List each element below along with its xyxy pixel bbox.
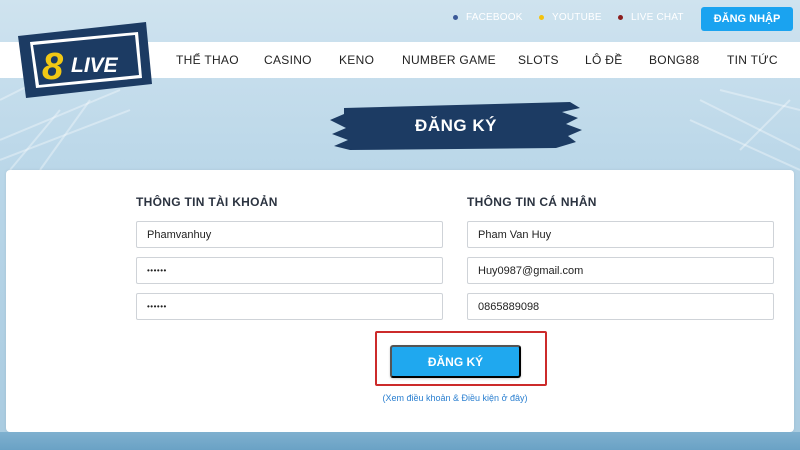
login-button[interactable]: ĐĂNG NHẬP <box>701 7 793 31</box>
nav-item-keno[interactable]: KENO <box>339 53 374 67</box>
terms-link[interactable]: (Xem điều khoản & Điều kiện ở đây) <box>300 393 610 403</box>
livechat-label: LIVE CHAT <box>631 12 684 23</box>
password-field[interactable]: •••••• <box>136 257 443 284</box>
nav-item-casino[interactable]: CASINO <box>264 53 312 67</box>
youtube-link[interactable]: YOUTUBE <box>539 12 602 23</box>
confirm-password-field[interactable]: •••••• <box>136 293 443 320</box>
phone-field[interactable]: 0865889098 <box>467 293 774 320</box>
nav-item-tin-tuc[interactable]: TIN TỨC <box>727 53 778 67</box>
logo-word: LIVE <box>71 54 119 77</box>
logo[interactable]: 8 LIVE <box>14 22 156 98</box>
nav-item-slots[interactable]: SLOTS <box>518 53 559 67</box>
bottom-strip <box>0 432 800 450</box>
nav-item-number-game[interactable]: NUMBER GAME <box>402 53 496 67</box>
page-title: ĐĂNG KÝ <box>415 116 497 135</box>
nav-item-the-thao[interactable]: THỂ THAO <box>176 53 239 67</box>
livechat-link[interactable]: LIVE CHAT <box>618 12 684 23</box>
youtube-label: YOUTUBE <box>552 12 602 23</box>
email-field[interactable]: Huy0987@gmail.com <box>467 257 774 284</box>
logo-badge: 8 LIVE <box>18 22 152 98</box>
nav-item-lo-de[interactable]: LÔ ĐỀ <box>585 53 623 67</box>
facebook-link[interactable]: FACEBOOK <box>453 12 523 23</box>
register-button[interactable]: ĐĂNG KÝ <box>390 345 521 378</box>
logo-number: 8 <box>42 46 64 88</box>
nav-item-bong88[interactable]: BONG88 <box>649 53 700 67</box>
personal-section-title: THÔNG TIN CÁ NHÂN <box>467 195 597 209</box>
username-field[interactable]: Phamvanhuy <box>136 221 443 248</box>
facebook-label: FACEBOOK <box>466 12 523 23</box>
full-name-field[interactable]: Pham Van Huy <box>467 221 774 248</box>
facebook-icon <box>453 15 458 20</box>
livechat-icon <box>618 15 623 20</box>
account-section-title: THÔNG TIN TÀI KHOẢN <box>136 195 278 209</box>
youtube-icon <box>539 15 544 20</box>
